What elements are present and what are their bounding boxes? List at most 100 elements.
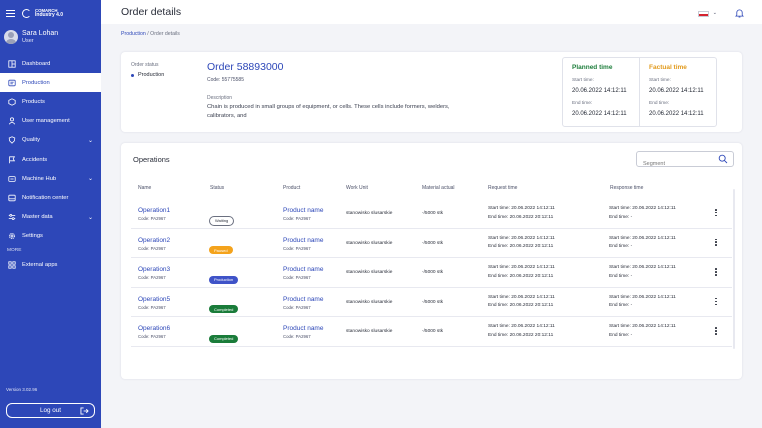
sidebar-item-user-management[interactable]: User management bbox=[0, 112, 101, 131]
production-icon bbox=[7, 78, 16, 87]
product-cell: Product name Code: PA2967 bbox=[283, 207, 323, 221]
request-time: Start time: 20.06.2022 14:12:11 End time:… bbox=[488, 264, 555, 281]
table-scrollbar[interactable] bbox=[733, 189, 735, 349]
material-actual: -/5000 stk bbox=[422, 270, 444, 276]
logout-button[interactable]: Log out bbox=[6, 403, 95, 418]
factual-time-title: Factual time bbox=[649, 64, 687, 71]
status-cell: Waiting bbox=[209, 209, 235, 227]
logo-line2: Industry 4.0 bbox=[35, 12, 64, 18]
table-row[interactable]: Operation5 Code: PA2967 Completed Product n… bbox=[131, 288, 732, 318]
response-end: End time: - bbox=[609, 332, 633, 338]
operation-name-link[interactable]: Operation2 bbox=[138, 237, 170, 244]
column-header-response-time[interactable]: Response time bbox=[610, 185, 643, 191]
description-text: Chain is produced in small groups of equ… bbox=[207, 104, 450, 119]
operation-code: Code: PA2967 bbox=[138, 275, 166, 281]
column-header-name[interactable]: Name bbox=[138, 185, 151, 191]
work-unit: stanowisko slusarskie bbox=[346, 270, 393, 276]
product-code: Code: PA2967 bbox=[283, 334, 311, 340]
breadcrumb-link-production[interactable]: Production bbox=[121, 31, 146, 37]
response-time: Start time: 20.06.2022 14:12:11 End time:… bbox=[609, 235, 676, 252]
chevron-down-icon: ⌄ bbox=[87, 176, 93, 183]
request-end: End time: 20.06.2022 20:12:11 bbox=[488, 214, 554, 220]
logo: COMARCH Industry 4.0 bbox=[35, 8, 63, 18]
operation-cell: Operation2 Code: PA2967 bbox=[138, 237, 170, 251]
product-code: Code: PA2967 bbox=[283, 245, 311, 251]
status-badge: Waiting bbox=[209, 215, 235, 226]
logout-label: Log out bbox=[39, 407, 61, 414]
sidebar-item-production[interactable]: Production bbox=[0, 73, 101, 93]
flag-icon[interactable] bbox=[698, 11, 709, 17]
column-header-request-time[interactable]: Request time bbox=[488, 185, 517, 191]
description-label: Description bbox=[207, 95, 233, 101]
kebab-icon[interactable] bbox=[715, 238, 717, 248]
product-name-link[interactable]: Product name bbox=[283, 296, 323, 303]
sidebar-menu: Dashboard Production Products User manag… bbox=[0, 54, 101, 275]
product-name-link[interactable]: Product name bbox=[283, 266, 323, 273]
sidebar-item-products[interactable]: Products bbox=[0, 92, 101, 111]
planned-end-label: End time: bbox=[572, 101, 593, 106]
response-end: End time: - bbox=[609, 214, 633, 220]
order-summary-card: Order status Production Order 58893000 C… bbox=[121, 52, 742, 132]
response-start: Start time: 20.06.2022 14:12:11 bbox=[609, 265, 676, 271]
operation-name-link[interactable]: Operation3 bbox=[138, 266, 170, 273]
product-name-link[interactable]: Product name bbox=[283, 207, 323, 214]
user-name: Sara Lohan bbox=[22, 30, 59, 37]
sidebar-item-machine-hub[interactable]: Machine Hub ⌄ bbox=[0, 169, 101, 188]
sidebar-item-label: User management bbox=[22, 118, 70, 125]
sidebar: COMARCH Industry 4.0 Sara Lohan User Das… bbox=[0, 0, 101, 428]
response-start: Start time: 20.06.2022 14:12:11 bbox=[609, 294, 676, 300]
request-time: Start time: 20.06.2022 14:12:11 End time:… bbox=[488, 235, 555, 252]
sidebar-item-label: Master data bbox=[22, 214, 53, 221]
kebab-icon[interactable] bbox=[715, 327, 717, 336]
planned-start-label: Start time: bbox=[572, 78, 594, 83]
segment-search-input[interactable] bbox=[637, 157, 715, 171]
response-time: Start time: 20.06.2022 14:12:11 End time:… bbox=[609, 264, 676, 281]
product-code: Code: PA2967 bbox=[283, 216, 311, 221]
kebab-icon[interactable] bbox=[715, 297, 717, 307]
response-end: End time: - bbox=[609, 303, 633, 309]
sidebar-item-notification-center[interactable]: Notification center bbox=[0, 188, 101, 207]
sidebar-item-quality[interactable]: Quality ⌄ bbox=[0, 131, 101, 150]
status-cell: Production bbox=[209, 268, 239, 286]
operation-name-link[interactable]: Operation1 bbox=[138, 207, 170, 214]
table-row[interactable]: Operation6 Code: PA2967 Completed Product n… bbox=[131, 317, 732, 347]
response-start: Start time: 20.06.2022 14:12:11 bbox=[609, 206, 676, 211]
sidebar-item-settings[interactable]: Settings bbox=[0, 227, 101, 246]
kebab-icon[interactable] bbox=[715, 209, 717, 218]
kebab-icon[interactable] bbox=[715, 268, 717, 277]
planned-time-title: Planned time bbox=[572, 64, 613, 71]
sidebar-item-dashboard[interactable]: Dashboard bbox=[0, 54, 101, 73]
factual-start-value: 20.06.2022 14:12:11 bbox=[649, 88, 704, 94]
response-end: End time: - bbox=[609, 244, 633, 250]
app-version: Version 3.02.96 bbox=[6, 387, 38, 392]
product-name-link[interactable]: Product name bbox=[283, 325, 323, 332]
column-header-status[interactable]: Status bbox=[210, 185, 224, 191]
product-name-link[interactable]: Product name bbox=[283, 237, 323, 244]
operation-code: Code: PA2967 bbox=[138, 216, 166, 221]
operation-cell: Operation5 Code: PA2967 bbox=[138, 296, 170, 310]
sidebar-item-external-apps[interactable]: External apps bbox=[0, 256, 101, 275]
user-profile[interactable]: Sara Lohan User bbox=[0, 26, 101, 48]
chevron-down-icon[interactable]: ⌄ bbox=[713, 10, 717, 16]
breadcrumb-separator: / bbox=[147, 31, 149, 37]
operation-name-link[interactable]: Operation5 bbox=[138, 296, 170, 303]
search-icon[interactable] bbox=[718, 154, 728, 164]
sidebar-item-accidents[interactable]: Accidents bbox=[0, 150, 101, 169]
table-row[interactable]: Operation3 Code: PA2967 Production Product … bbox=[131, 258, 732, 288]
avatar bbox=[4, 30, 18, 44]
response-time: Start time: 20.06.2022 14:12:11 End time:… bbox=[609, 205, 676, 222]
operation-name-link[interactable]: Operation6 bbox=[138, 325, 170, 332]
sidebar-item-label: Quality bbox=[22, 137, 41, 144]
hamburger-icon[interactable] bbox=[6, 9, 15, 17]
planned-time: Planned time Start time: 20.06.2022 14:1… bbox=[563, 58, 639, 126]
sidebar-item-master-data[interactable]: Master data ⌄ bbox=[0, 208, 101, 227]
table-row[interactable]: Operation2 Code: PA2967 Paused Product name… bbox=[131, 229, 732, 259]
order-title: Order 58893000 bbox=[207, 61, 284, 73]
table-row[interactable]: Operation1 Code: PA2967 Waiting Product nam… bbox=[131, 199, 732, 229]
column-header-product[interactable]: Product bbox=[283, 185, 300, 191]
bell-icon[interactable] bbox=[735, 8, 744, 18]
response-time: Start time: 20.06.2022 14:12:11 End time:… bbox=[609, 323, 676, 340]
status-badge: Paused bbox=[209, 246, 233, 255]
column-header-work-unit[interactable]: Work Unit bbox=[346, 185, 368, 191]
column-header-material[interactable]: Material actual bbox=[422, 185, 455, 191]
